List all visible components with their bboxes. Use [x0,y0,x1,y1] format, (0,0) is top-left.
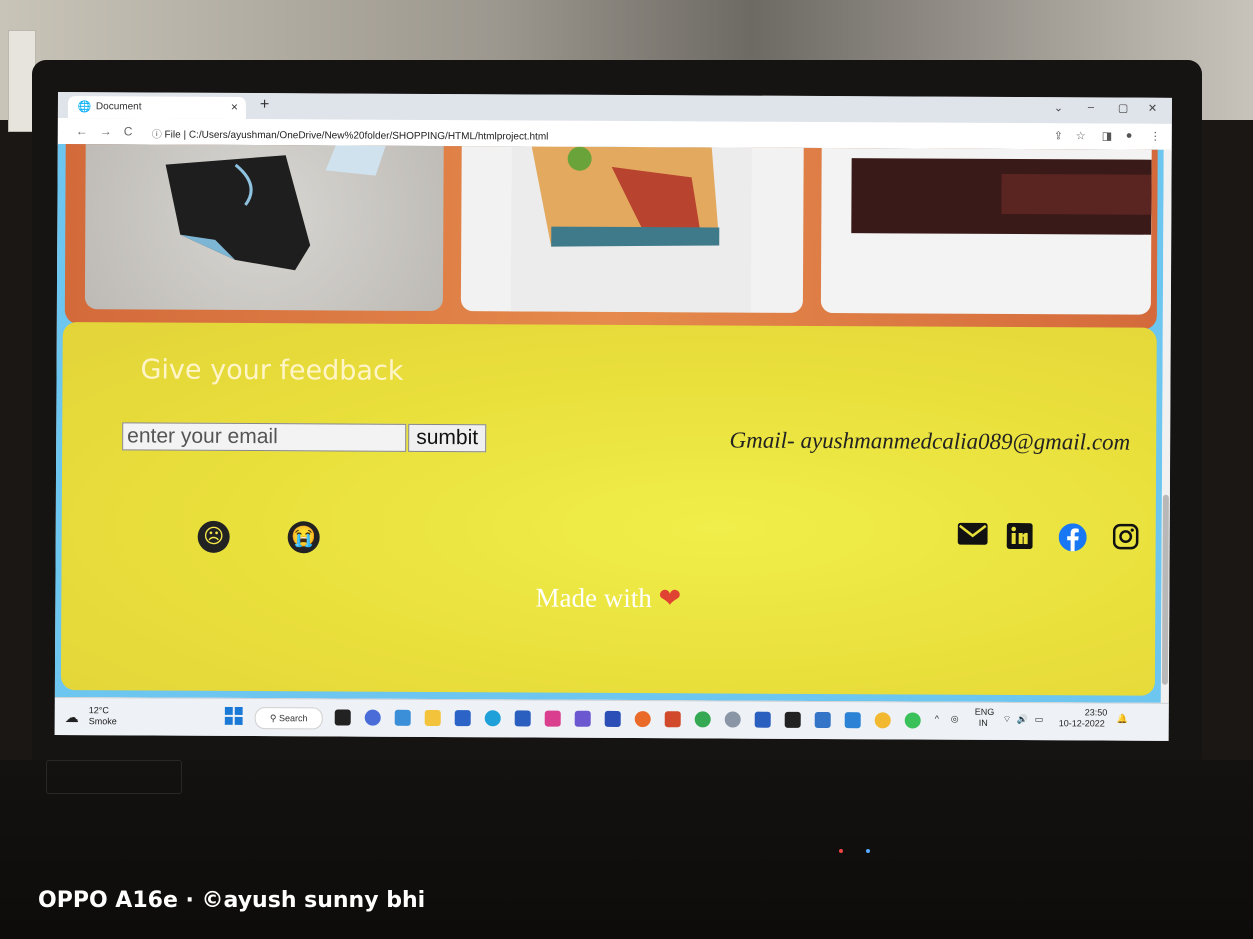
photo-watermark: OPPO A16e · ©ayush sunny bhi [38,888,426,913]
temperature: 12°C [88,705,109,716]
submit-button[interactable]: sumbit [408,423,487,453]
url-prefix: File [164,129,181,141]
taskbar: ☁ 12°C Smoke ⚲ Search ^ ◎ ENG IN ⌔ 🔊 ▭ 2… [54,696,1169,741]
back-arrow-icon[interactable]: ← [76,124,88,138]
firefox-icon[interactable] [634,711,651,728]
made-with-text: Made with [535,582,652,614]
powerpoint-icon[interactable] [664,711,681,728]
clock-time[interactable]: 23:50 [1085,707,1108,717]
contact-email: Gmail- ayushmanmedcalia089@gmail.com [729,427,1131,455]
feedback-title: Give your feedback [140,354,404,387]
maximize-icon[interactable]: ▢ [1118,102,1128,115]
tab-close-button[interactable]: × [231,100,238,114]
task-view-icon[interactable] [334,709,351,726]
word-icon[interactable] [754,711,771,728]
new-tab-button[interactable]: + [260,96,269,114]
reload-icon[interactable]: C [124,124,133,138]
notion-icon[interactable] [784,711,801,728]
app-icon-4[interactable] [814,711,831,729]
battery-icon[interactable]: ▭ [1035,714,1044,725]
facebook-icon[interactable] [1057,523,1089,555]
wifi-icon[interactable]: ⌔ [1003,714,1012,725]
close-window-icon[interactable]: ✕ [1148,102,1157,115]
product-section [64,144,1158,330]
globe-icon: 🌐 [77,101,92,114]
chat-icon[interactable] [364,709,381,726]
weather-description: Smoke [88,716,117,727]
mail-icon[interactable] [957,522,989,555]
product-card-item[interactable] [820,147,1152,315]
info-icon: ⓘ [151,129,165,141]
product-image [851,158,1152,235]
chrome-icon[interactable] [694,711,711,728]
tray-chevron-up-icon[interactable]: ^ [935,714,939,724]
store-icon[interactable] [454,710,471,727]
sad-face-icon[interactable]: ☹ [197,520,230,553]
tray-app-icon[interactable]: ◎ [951,714,959,725]
edge-icon[interactable] [484,710,501,727]
clock-date[interactable]: 10-12-2022 [1059,718,1105,728]
laptop-logo [46,760,182,794]
side-panel-icon[interactable]: ◨ [1102,129,1112,142]
made-with-footer: Made with ❤ [61,580,1155,617]
instagram-icon[interactable] [1110,523,1142,556]
browser-tab[interactable]: 🌐 Document × [67,96,246,119]
settings-icon[interactable] [724,711,741,728]
notification-bell-icon[interactable]: 🔔 [1117,714,1128,725]
whatsapp-icon[interactable] [904,712,921,729]
rice-bag-image [510,146,752,313]
heart-icon: ❤ [658,583,682,614]
app-icon-3[interactable] [604,710,621,727]
scrollbar-thumb[interactable] [1161,494,1169,685]
language-top[interactable]: ENG [975,707,995,717]
chrome-icon-2[interactable] [874,712,891,729]
email-input[interactable] [122,422,407,452]
cloud-icon: ☁ [64,709,79,726]
forward-arrow-icon[interactable]: → [100,124,112,138]
search-icon: ⚲ [269,713,280,724]
windows-start-icon[interactable] [224,706,243,725]
app-icon-2[interactable] [574,710,591,727]
indicator-led-blue [866,849,870,853]
language-bottom[interactable]: IN [979,718,988,728]
instagram-app-icon[interactable] [544,710,561,727]
widgets-icon[interactable] [394,709,411,726]
crying-face-icon[interactable]: 😭 [287,521,320,554]
chevron-down-icon[interactable]: ⌄ [1054,101,1063,114]
shorts-image [165,145,386,271]
screen: 🌐 Document × + ⌄ – ▢ ✕ ← → C ⓘ File | C:… [54,92,1172,741]
product-card-rice[interactable] [460,146,804,313]
url-field[interactable]: ⓘ File | C:/Users/ayushman/OneDrive/New%… [152,125,549,142]
indicator-led-red [839,849,843,853]
feedback-section: Give your feedback sumbit Gmail- ayushma… [60,322,1157,696]
page-content: Give your feedback sumbit Gmail- ayushma… [54,143,1164,703]
url-text: C:/Users/ayushman/OneDrive/New%20folder/… [188,129,549,143]
volume-icon[interactable]: 🔊 [1017,714,1028,725]
taskbar-search[interactable]: ⚲ Search [254,707,323,730]
product-card-shorts[interactable] [84,144,444,312]
minimize-icon[interactable]: – [1088,101,1094,113]
share-icon[interactable]: ⇪ [1054,129,1063,142]
app-icon-1[interactable] [514,710,531,727]
vscode-icon[interactable] [844,712,861,729]
file-explorer-icon[interactable] [424,709,441,727]
profile-icon[interactable]: ● [1126,130,1133,142]
bookmark-star-icon[interactable]: ☆ [1076,129,1086,142]
menu-dots-icon[interactable]: ⋮ [1150,130,1161,143]
search-label: Search [278,713,308,724]
linkedin-icon[interactable] [1004,522,1036,555]
tab-title: Document [95,101,142,113]
